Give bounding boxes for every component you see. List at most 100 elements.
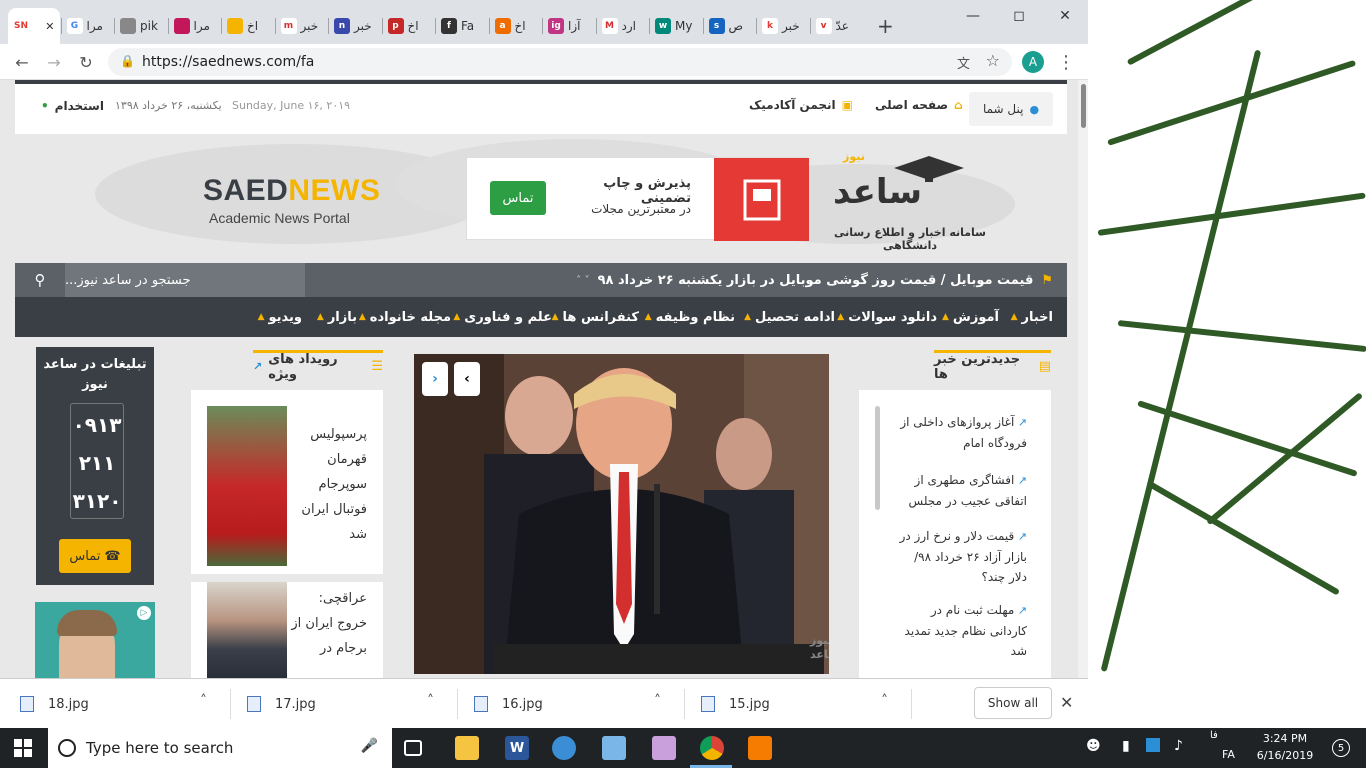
show-all-downloads-button[interactable]: Show all <box>974 687 1052 719</box>
external-link-icon[interactable]: ↗ <box>253 360 262 373</box>
browser-tab-11[interactable]: ig آزا <box>543 8 595 44</box>
latest-scrollbar[interactable] <box>875 406 880 510</box>
windows-start-icon[interactable] <box>14 739 32 757</box>
paint-icon[interactable] <box>602 736 626 760</box>
nav-item-3[interactable]: ▲ دانلود سوالات <box>837 297 937 337</box>
forward-arrow-icon[interactable]: → <box>42 50 66 74</box>
event-card-1[interactable]: پرسپولیس قهرمان سوپرجام فوتبال ایران شد <box>191 390 383 574</box>
menu-kebab-icon[interactable]: ⋮ <box>1054 50 1078 74</box>
download-item[interactable]: 15.jpg <box>701 679 770 728</box>
taskbar-search-box[interactable]: Type here to search 🎤 <box>48 728 392 768</box>
saed-persian-logo[interactable]: ساعد نیوز سامانه اخبار و اطلاع رسانی دان… <box>815 148 1015 252</box>
microphone-icon[interactable]: 🎤 <box>361 738 378 754</box>
browser-tab-16[interactable]: v عدّ <box>811 8 863 44</box>
academic-forum-link[interactable]: انجمن آکادمیک ▣ <box>749 98 853 112</box>
advertise-contact-button[interactable]: تماس ☎ <box>59 539 131 573</box>
latest-news-item[interactable]: ↗ افشاگری مطهری از اتفاقی عجیب در مجلس <box>895 470 1027 511</box>
language-indicator[interactable]: FA <box>1222 748 1235 761</box>
download-options-chevron-icon[interactable]: ˄ <box>654 693 661 709</box>
nav-item-10[interactable]: ▲ ویدیو <box>258 297 302 337</box>
new-tab-button[interactable]: + <box>872 8 899 44</box>
page-scrollbar-thumb[interactable] <box>1081 84 1086 128</box>
close-window-button[interactable]: ✕ <box>1042 4 1088 28</box>
browser-tab-13[interactable]: w My <box>650 8 702 44</box>
slider-next-button[interactable]: › <box>422 362 448 396</box>
saednews-logo[interactable]: SAEDNEWS <box>203 174 380 208</box>
download-item[interactable]: 18.jpg <box>20 679 89 728</box>
notification-center-icon[interactable]: 5 <box>1332 739 1350 757</box>
nav-item-9[interactable]: ▲ بازار <box>317 297 357 337</box>
battery-icon[interactable]: ▮ <box>1122 738 1130 754</box>
nav-item-8[interactable]: ▲ مجله خانواده <box>359 297 451 337</box>
system-clock[interactable]: 3:24 PM 6/16/2019 <box>1254 730 1316 766</box>
nav-item-7[interactable]: ▲ علم و فناوری <box>453 297 552 337</box>
word-icon[interactable]: W <box>505 736 529 760</box>
event-text-2[interactable]: عراقچی: خروج ایران از برجام در <box>287 586 367 661</box>
task-view-icon[interactable] <box>404 740 422 756</box>
browser-tab-7[interactable]: n خبر <box>329 8 381 44</box>
globe-app-icon[interactable] <box>552 736 576 760</box>
latest-news-item[interactable]: ↗ قیمت دلار و نرخ ارز در بازار آزاد ۲۶ خ… <box>895 526 1027 587</box>
download-options-chevron-icon[interactable]: ˄ <box>881 693 888 709</box>
home-link[interactable]: صفحه اصلی ⌂ <box>875 98 963 112</box>
site-search-input[interactable]: جستجو در ساعد نیوز... <box>65 263 305 297</box>
browser-tab-4[interactable]: مرا <box>169 8 221 44</box>
download-item[interactable]: 16.jpg <box>474 679 543 728</box>
adchoices-icon[interactable]: ▷ <box>137 606 151 620</box>
browser-tab-3[interactable]: pik <box>115 8 167 44</box>
network-icon[interactable] <box>1146 738 1160 752</box>
close-tab-icon[interactable]: ✕ <box>45 20 54 33</box>
latest-news-item[interactable]: ↗ مهلت ثبت نام در کاردانی نظام جدید تمدی… <box>895 600 1027 661</box>
browser-tab-2[interactable]: G مرا <box>62 8 114 44</box>
event-text-1[interactable]: پرسپولیس قهرمان سوپرجام فوتبال ایران شد <box>287 422 367 547</box>
event-image-1[interactable] <box>207 406 287 566</box>
chrome-icon[interactable] <box>700 736 724 760</box>
browser-tab-1[interactable]: SN ✕ <box>8 8 60 44</box>
browser-tab-12[interactable]: M ارد <box>597 8 649 44</box>
browser-tab-8[interactable]: p اخ <box>383 8 435 44</box>
ad-banner[interactable]: تماس پذیرش و چاپ تضمینی در معتبرترین مجل… <box>466 157 809 241</box>
address-bar[interactable]: 🔒 https://saednews.com/fa 文 ☆ <box>108 48 1012 76</box>
latest-news-item[interactable]: ↗ آغاز پروازهای داخلی از فرودگاه امام <box>895 412 1027 453</box>
nav-item-2[interactable]: ▲ آموزش <box>942 297 999 337</box>
browser-tab-15[interactable]: k خبر <box>757 8 809 44</box>
user-panel-button[interactable]: پنل شما ● <box>969 92 1053 126</box>
bookmark-star-icon[interactable]: ☆ <box>986 51 1000 70</box>
slider-prev-button[interactable]: ‹ <box>454 362 480 396</box>
download-options-chevron-icon[interactable]: ˄ <box>200 693 207 709</box>
profile-avatar[interactable]: A <box>1022 51 1044 73</box>
jobs-link[interactable]: • استخدام <box>41 99 104 113</box>
paint-3d-icon[interactable] <box>652 736 676 760</box>
download-options-chevron-icon[interactable]: ˄ <box>427 693 434 709</box>
ticker-headline-row[interactable]: ˄ ˅ قیمت موبایل / قیمت روز گوشی موبایل د… <box>576 263 1053 297</box>
browser-tab-5[interactable]: اخ <box>222 8 274 44</box>
media-player-icon[interactable] <box>748 736 772 760</box>
close-downloads-icon[interactable]: ✕ <box>1060 693 1073 712</box>
nav-item-5[interactable]: ▲ نظام وظیفه <box>645 297 735 337</box>
maximize-button[interactable]: ◻ <box>996 4 1042 28</box>
event-image-2[interactable] <box>207 582 287 678</box>
featured-slider[interactable]: ‹ › نیوز ساعد <box>414 354 829 674</box>
browser-tab-9[interactable]: f Fa <box>436 8 488 44</box>
event-card-2[interactable]: عراقچی: خروج ایران از برجام در <box>191 582 383 678</box>
back-arrow-icon[interactable]: ← <box>10 50 34 74</box>
nav-item-4[interactable]: ▲ ادامه تحصیل <box>744 297 835 337</box>
browser-tab-10[interactable]: a اخ <box>490 8 542 44</box>
page-scrollbar[interactable] <box>1078 80 1088 678</box>
translate-icon[interactable]: 文 <box>957 53 970 72</box>
browser-tab-6[interactable]: m خبر <box>276 8 328 44</box>
search-icon[interactable]: ⚲ <box>15 263 65 297</box>
language-indicator-fa[interactable]: فا <box>1210 730 1218 741</box>
ticker-arrows-icon[interactable]: ˄ ˅ <box>576 275 589 286</box>
minimize-button[interactable]: — <box>950 4 996 28</box>
people-icon[interactable]: ☻ <box>1086 738 1101 754</box>
side-ad-image[interactable]: ▷ <box>35 602 155 678</box>
ticker-headline[interactable]: قیمت موبایل / قیمت روز گوشی موبایل در با… <box>598 273 1034 288</box>
ad-contact-button[interactable]: تماس <box>490 181 546 215</box>
browser-tab-14[interactable]: sص <box>704 8 756 44</box>
volume-icon[interactable]: ♪ <box>1174 738 1183 754</box>
reload-icon[interactable]: ↻ <box>74 50 98 74</box>
nav-item-6[interactable]: ▲ کنفرانس ها <box>552 297 639 337</box>
download-item[interactable]: 17.jpg <box>247 679 316 728</box>
file-explorer-icon[interactable] <box>455 736 479 760</box>
